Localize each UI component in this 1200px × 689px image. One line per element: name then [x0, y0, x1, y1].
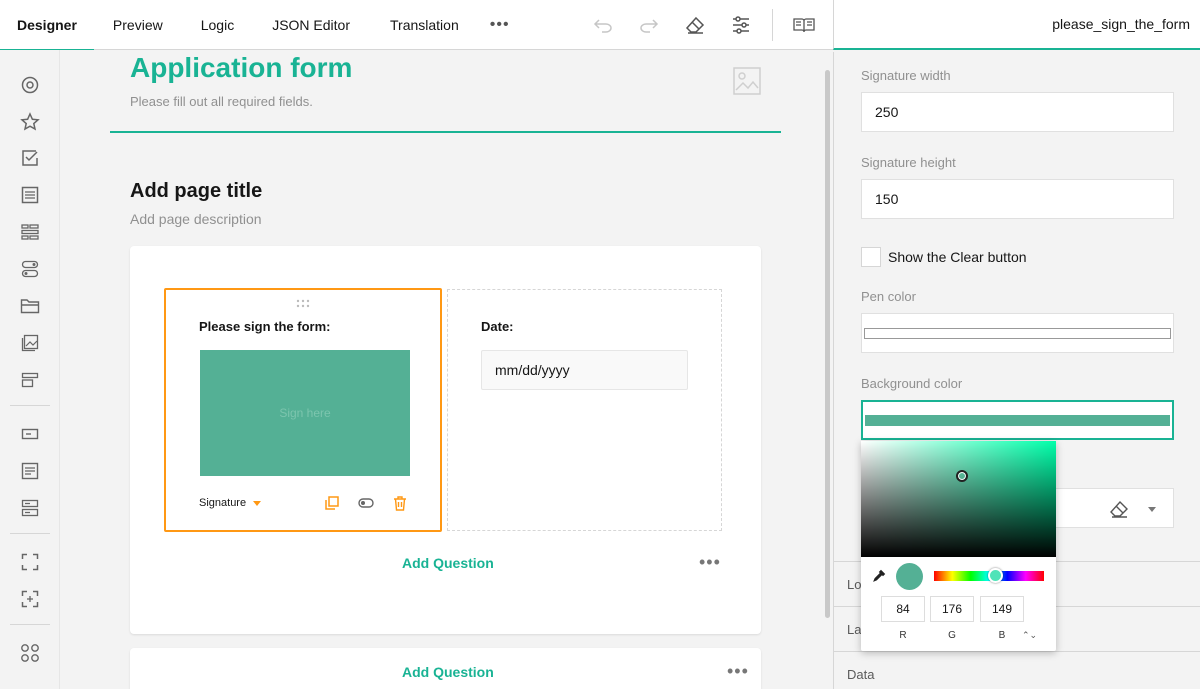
- dropdown-icon[interactable]: [18, 183, 42, 207]
- question-type-selector[interactable]: Signature: [199, 497, 262, 509]
- comment-icon[interactable]: [18, 459, 42, 483]
- tab-json-editor[interactable]: JSON Editor: [255, 0, 367, 50]
- background-color-label: Background color: [861, 376, 963, 391]
- saturation-area[interactable]: [861, 441, 1056, 557]
- signature-placeholder: Sign here: [279, 406, 331, 420]
- star-rating-icon[interactable]: [18, 110, 42, 134]
- settings-sliders-icon[interactable]: [718, 0, 764, 50]
- signature-pad[interactable]: Sign here: [200, 350, 410, 476]
- single-input-icon[interactable]: [18, 422, 42, 446]
- section-header-lo[interactable]: Lo: [847, 577, 861, 592]
- signature-width-label: Signature width: [861, 68, 951, 83]
- multiple-text-icon[interactable]: [18, 496, 42, 520]
- blue-input[interactable]: 149: [980, 596, 1024, 622]
- color-mode-toggle-icon[interactable]: ⌃⌄: [1022, 630, 1037, 641]
- redo-icon[interactable]: [626, 0, 672, 50]
- checkbox-icon[interactable]: [18, 146, 42, 170]
- page-title[interactable]: Add page title: [130, 180, 262, 203]
- eyedropper-icon[interactable]: [872, 569, 886, 583]
- logo-image-icon[interactable]: [733, 67, 761, 95]
- saturation-cursor[interactable]: [956, 470, 968, 482]
- question-toolbox: [0, 50, 60, 689]
- selected-question-name[interactable]: please_sign_the_form: [1052, 16, 1190, 32]
- color-picker-popup: 84 176 149 R G B ⌃⌄: [861, 441, 1056, 651]
- radio-group-icon[interactable]: [18, 73, 42, 97]
- drag-handle-icon[interactable]: [296, 296, 310, 308]
- blue-label: B: [998, 630, 1006, 641]
- section-header-la[interactable]: La: [847, 622, 861, 637]
- eraser-icon[interactable]: [672, 0, 718, 50]
- ranking-icon[interactable]: [18, 220, 42, 244]
- page-description[interactable]: Add page description: [130, 211, 262, 227]
- duplicate-icon[interactable]: [324, 495, 340, 511]
- folder-icon[interactable]: [18, 294, 42, 318]
- background-color-input[interactable]: [861, 400, 1174, 440]
- question-type-label: Signature: [199, 497, 247, 509]
- color-preview: [896, 563, 923, 590]
- background-color-swatch: [865, 415, 1170, 426]
- more-options-icon[interactable]: •••: [727, 661, 749, 682]
- dropdown-field[interactable]: [1056, 488, 1174, 528]
- toolbox-divider: [10, 533, 50, 534]
- image-picker-icon[interactable]: [18, 331, 42, 355]
- show-clear-button-label[interactable]: Show the Clear button: [888, 249, 1027, 265]
- boolean-toggle-icon[interactable]: [18, 257, 42, 281]
- chevron-down-icon: [253, 500, 262, 506]
- section-divider: [833, 651, 1200, 652]
- pen-color-label: Pen color: [861, 289, 916, 304]
- show-clear-button-checkbox[interactable]: [861, 247, 881, 267]
- more-tabs-icon[interactable]: •••: [476, 0, 524, 50]
- canvas-scrollbar[interactable]: [825, 70, 830, 618]
- date-input[interactable]: mm/dd/yyyy: [481, 350, 688, 390]
- signature-question-title[interactable]: Please sign the form:: [199, 319, 330, 334]
- more-question-types-icon[interactable]: [18, 641, 42, 665]
- form-title[interactable]: Application form: [130, 52, 352, 84]
- pen-color-input[interactable]: [861, 313, 1174, 353]
- book-icon[interactable]: [781, 0, 827, 50]
- toolbar-actions: [580, 0, 827, 50]
- pen-color-swatch: [864, 328, 1171, 339]
- form-description[interactable]: Please fill out all required fields.: [130, 94, 313, 109]
- hue-slider-handle[interactable]: [988, 568, 1003, 583]
- green-label: G: [948, 630, 956, 641]
- property-grid-header: please_sign_the_form: [833, 0, 1200, 50]
- date-question-title[interactable]: Date:: [481, 319, 514, 334]
- eraser-icon[interactable]: [1109, 500, 1129, 521]
- more-options-icon[interactable]: •••: [699, 552, 721, 573]
- tab-preview[interactable]: Preview: [96, 0, 180, 50]
- add-question-button-new-page[interactable]: Add Question: [402, 664, 494, 680]
- signature-width-input[interactable]: 250: [861, 92, 1174, 132]
- panel-icon[interactable]: [18, 368, 42, 392]
- focus-icon[interactable]: [18, 587, 42, 611]
- red-input[interactable]: 84: [881, 596, 925, 622]
- tab-logic[interactable]: Logic: [184, 0, 251, 50]
- undo-icon[interactable]: [580, 0, 626, 50]
- tab-translation[interactable]: Translation: [373, 0, 476, 50]
- red-label: R: [899, 630, 907, 641]
- section-header-data[interactable]: Data: [847, 667, 874, 682]
- toolbox-divider: [10, 405, 50, 406]
- header-divider: [110, 131, 781, 133]
- required-toggle-icon[interactable]: [358, 495, 374, 511]
- toolbar-divider: [772, 9, 773, 41]
- signature-height-input[interactable]: 150: [861, 179, 1174, 219]
- green-input[interactable]: 176: [930, 596, 974, 622]
- tab-designer[interactable]: Designer: [0, 0, 94, 51]
- chevron-down-icon[interactable]: [1148, 507, 1156, 512]
- add-question-button[interactable]: Add Question: [402, 555, 494, 571]
- expand-icon[interactable]: [18, 550, 42, 574]
- signature-height-label: Signature height: [861, 155, 956, 170]
- toolbox-divider: [10, 624, 50, 625]
- delete-icon[interactable]: [392, 495, 408, 511]
- top-toolbar: Designer Preview Logic JSON Editor Trans…: [0, 0, 833, 51]
